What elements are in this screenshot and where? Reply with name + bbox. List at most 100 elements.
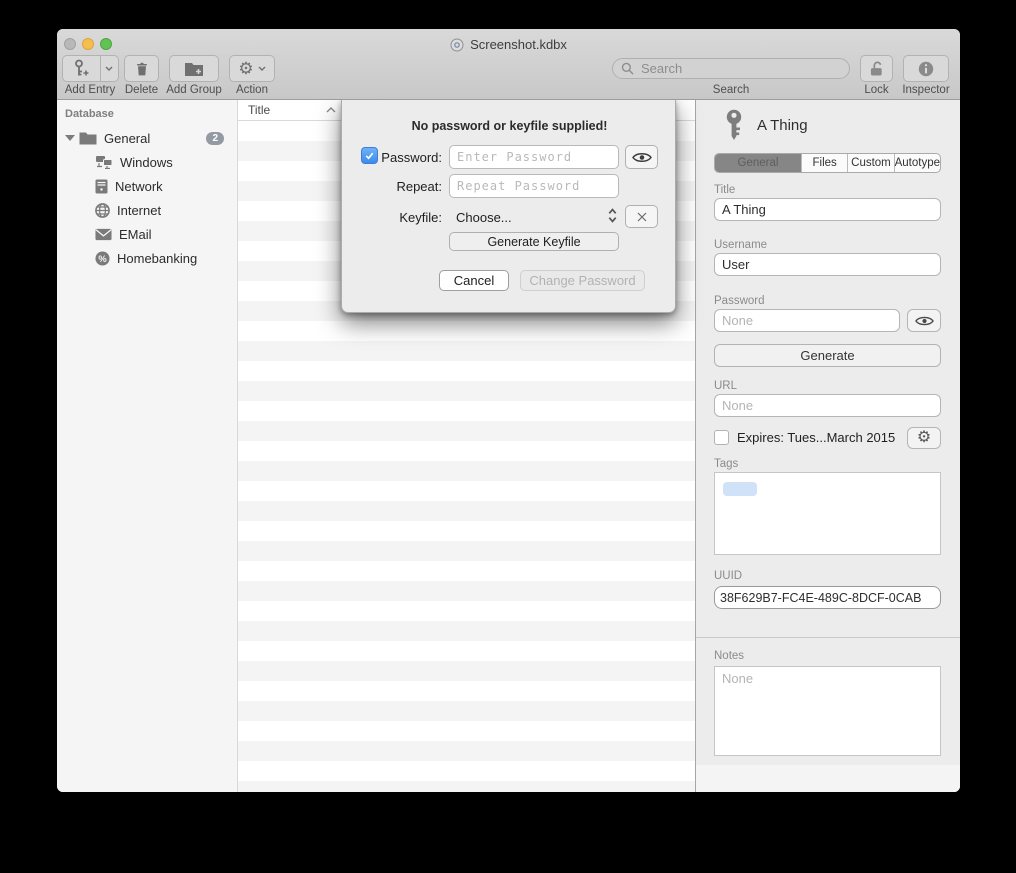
sheet-message: No password or keyfile supplied!: [342, 119, 677, 133]
sidebar-item-label: Network: [115, 179, 163, 194]
title-label: Title: [714, 184, 735, 196]
generate-keyfile-button[interactable]: Generate Keyfile: [449, 232, 619, 251]
group-count-badge: 2: [206, 132, 224, 145]
expires-checkbox[interactable]: [714, 430, 729, 445]
show-password-button[interactable]: [625, 145, 658, 169]
sidebar-item-windows[interactable]: Windows: [95, 150, 238, 174]
inspector-tabs: General Files Custom Autotype: [714, 153, 941, 173]
column-header-title[interactable]: Title: [248, 103, 326, 117]
trash-icon: [134, 60, 150, 78]
sort-ascending-icon: [326, 107, 336, 113]
inspector-label: Inspector: [895, 84, 957, 96]
tab-autotype[interactable]: Autotype: [895, 154, 940, 172]
keyfile-popup[interactable]: Choose...: [456, 210, 512, 225]
change-password-button[interactable]: Change Password: [520, 270, 645, 291]
eye-icon: [632, 151, 652, 164]
url-field[interactable]: [714, 394, 941, 417]
password-input[interactable]: [449, 145, 619, 169]
add-entry-button[interactable]: [62, 55, 119, 82]
password-checkbox[interactable]: [361, 147, 378, 164]
svg-text:%: %: [98, 253, 107, 263]
delete-label: Delete: [117, 84, 166, 96]
window-title-row: Screenshot.kdbx: [57, 36, 960, 53]
add-group-button[interactable]: [169, 55, 219, 82]
app-window: Database General 2 Windows Network Inter…: [57, 29, 960, 792]
sidebar-item-homebanking[interactable]: % Homebanking: [95, 246, 238, 270]
username-field[interactable]: [714, 253, 941, 276]
globe-icon: [95, 203, 110, 218]
inspector-button[interactable]: [903, 55, 949, 82]
sidebar-item-label: Homebanking: [117, 251, 197, 266]
sidebar-item-label: EMail: [119, 227, 152, 242]
add-entry-label: Add Entry: [60, 84, 120, 96]
title-field[interactable]: [714, 198, 941, 221]
envelope-icon: [95, 228, 112, 241]
chevron-down-icon: [258, 66, 266, 71]
sidebar-item-network[interactable]: Network: [95, 174, 238, 198]
password-field[interactable]: [714, 309, 900, 332]
action-label: Action: [224, 84, 280, 96]
uuid-label: UUID: [714, 570, 742, 582]
sidebar-item-label: Internet: [117, 203, 161, 218]
gear-icon: ⚙: [917, 430, 931, 446]
entry-title: A Thing: [757, 117, 808, 134]
inspector-panel: A Thing General Files Custom Autotype Ti…: [696, 100, 960, 792]
add-entry-dropdown[interactable]: [101, 56, 118, 81]
key-icon: [723, 109, 745, 144]
password-label: Password:: [381, 150, 442, 165]
sidebar-item-internet[interactable]: Internet: [95, 198, 238, 222]
stepper-icon[interactable]: [608, 208, 617, 223]
tags-label: Tags: [714, 458, 738, 470]
tags-box[interactable]: [714, 472, 941, 555]
search-label: Search: [612, 84, 850, 96]
uuid-field[interactable]: [714, 586, 941, 609]
section-divider: [696, 637, 960, 638]
sidebar: Database General 2 Windows Network Inter…: [57, 100, 238, 792]
notes-field[interactable]: [714, 666, 941, 756]
sidebar-item-general[interactable]: General 2: [57, 126, 238, 150]
window-title: Screenshot.kdbx: [470, 37, 567, 52]
folder-plus-icon: [184, 61, 204, 77]
eye-icon: [915, 315, 934, 327]
tab-custom[interactable]: Custom: [848, 154, 894, 172]
tag-chip[interactable]: [723, 482, 757, 496]
repeat-label: Repeat:: [396, 179, 442, 194]
folder-icon: [79, 131, 97, 145]
search-icon: [621, 62, 634, 75]
add-group-label: Add Group: [162, 84, 226, 96]
repeat-input[interactable]: [449, 174, 619, 198]
cancel-button[interactable]: Cancel: [439, 270, 509, 291]
change-password-sheet: No password or keyfile supplied! Passwor…: [341, 100, 676, 313]
search-field[interactable]: [612, 58, 850, 79]
disclosure-triangle-icon[interactable]: [65, 135, 75, 141]
gear-icon: ⚙: [238, 60, 253, 77]
close-icon: [636, 211, 648, 223]
tab-files[interactable]: Files: [802, 154, 848, 172]
info-icon: [917, 60, 935, 78]
clear-keyfile-button[interactable]: [625, 205, 658, 228]
expires-options-button[interactable]: ⚙: [907, 427, 941, 449]
delete-button[interactable]: [124, 55, 159, 82]
password-label: Password: [714, 295, 765, 307]
keyfile-label: Keyfile:: [399, 210, 442, 225]
lock-open-icon: [867, 60, 886, 78]
chevron-down-icon: [105, 66, 113, 71]
add-entry-main[interactable]: [63, 56, 101, 81]
generate-password-button[interactable]: Generate: [714, 344, 941, 367]
server-icon: [95, 179, 108, 194]
lock-button[interactable]: [860, 55, 893, 82]
titlebar-toolbar: Screenshot.kdbx Add Entry Delete Add Gro…: [57, 29, 960, 100]
search-input[interactable]: [639, 60, 823, 77]
url-label: URL: [714, 380, 737, 392]
sidebar-header: Database: [65, 108, 114, 120]
percent-icon: %: [95, 251, 110, 266]
document-icon: [450, 38, 464, 52]
sidebar-item-email[interactable]: EMail: [95, 222, 238, 246]
expires-label: Expires: Tues...March 2015: [737, 430, 895, 445]
tab-general[interactable]: General: [715, 154, 802, 172]
notes-label: Notes: [714, 650, 744, 662]
key-plus-icon: [72, 59, 90, 78]
inspector-footer: [696, 765, 960, 792]
show-password-button[interactable]: [907, 309, 941, 332]
action-button[interactable]: ⚙: [229, 55, 275, 82]
